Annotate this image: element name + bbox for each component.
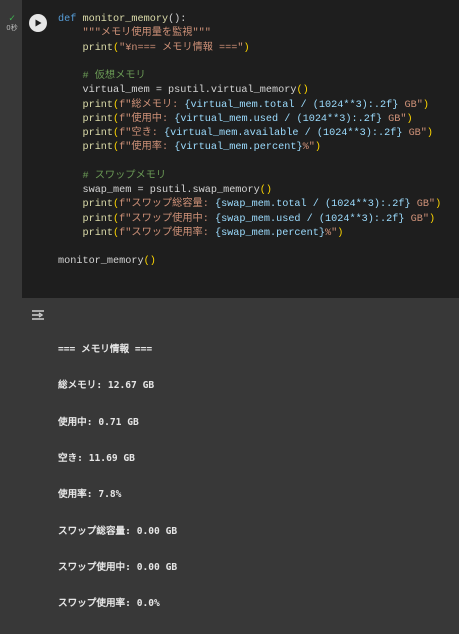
code-line: print(f"使用中: {virtual_mem.used / (1024**… — [82, 113, 413, 125]
output-line: 空き: 11.69 GB — [58, 453, 135, 465]
output-text: === メモリ情報 === 総メモリ: 12.67 GB 使用中: 0.71 G… — [58, 320, 177, 634]
code-line: # 仮想メモリ — [82, 71, 146, 82]
code-line: swap_mem = psutil.swap_memory() — [82, 185, 272, 196]
output-line: スワップ使用率: 0.0% — [58, 598, 160, 610]
output-line: スワップ総容量: 0.00 GB — [58, 525, 178, 537]
output-toggle-icon[interactable] — [31, 306, 45, 325]
code-line: print("¥n=== メモリ情報 ===") — [82, 42, 250, 54]
output-line: 使用率: 7.8% — [58, 489, 122, 501]
cell-output: === メモリ情報 === 総メモリ: 12.67 GB 使用中: 0.71 G… — [22, 298, 459, 609]
cell-gutter: ✓ 0秒 — [0, 0, 22, 443]
run-status: ✓ 0秒 — [3, 14, 21, 33]
code-line: print(f"スワップ総容量: {swap_mem.total / (1024… — [82, 199, 442, 211]
code-line: print(f"空き: {virtual_mem.available / (10… — [82, 128, 434, 139]
output-line: 使用中: 0.71 GB — [58, 416, 139, 428]
code-line: print(f"スワップ使用中: {swap_mem.used / (1024*… — [82, 213, 436, 225]
code-line: print(f"スワップ使用率: {swap_mem.percent}%") — [82, 227, 344, 239]
code-line: def monitor_memory(): — [58, 14, 187, 25]
code-line: print(f"総メモリ: {virtual_mem.total / (1024… — [82, 99, 429, 111]
code-line: print(f"使用率: {virtual_mem.percent}%") — [82, 142, 321, 154]
code-editor[interactable]: def monitor_memory(): """メモリ使用量を監視""" pr… — [58, 13, 441, 270]
check-icon: ✓ — [8, 13, 16, 24]
run-cell-button[interactable] — [29, 14, 47, 32]
code-cell[interactable]: def monitor_memory(): """メモリ使用量を監視""" pr… — [22, 0, 459, 298]
play-icon — [35, 19, 42, 27]
execution-time: 0秒 — [6, 24, 18, 32]
output-line: スワップ使用中: 0.00 GB — [58, 561, 178, 573]
code-line: monitor_memory() — [58, 256, 156, 268]
code-line: virtual_mem = psutil.virtual_memory() — [82, 85, 309, 97]
code-line: """メモリ使用量を監視""" — [82, 28, 211, 40]
code-line: # スワップメモリ — [82, 170, 167, 182]
output-line: 総メモリ: 12.67 GB — [58, 380, 155, 392]
output-line: === メモリ情報 === — [58, 344, 153, 356]
